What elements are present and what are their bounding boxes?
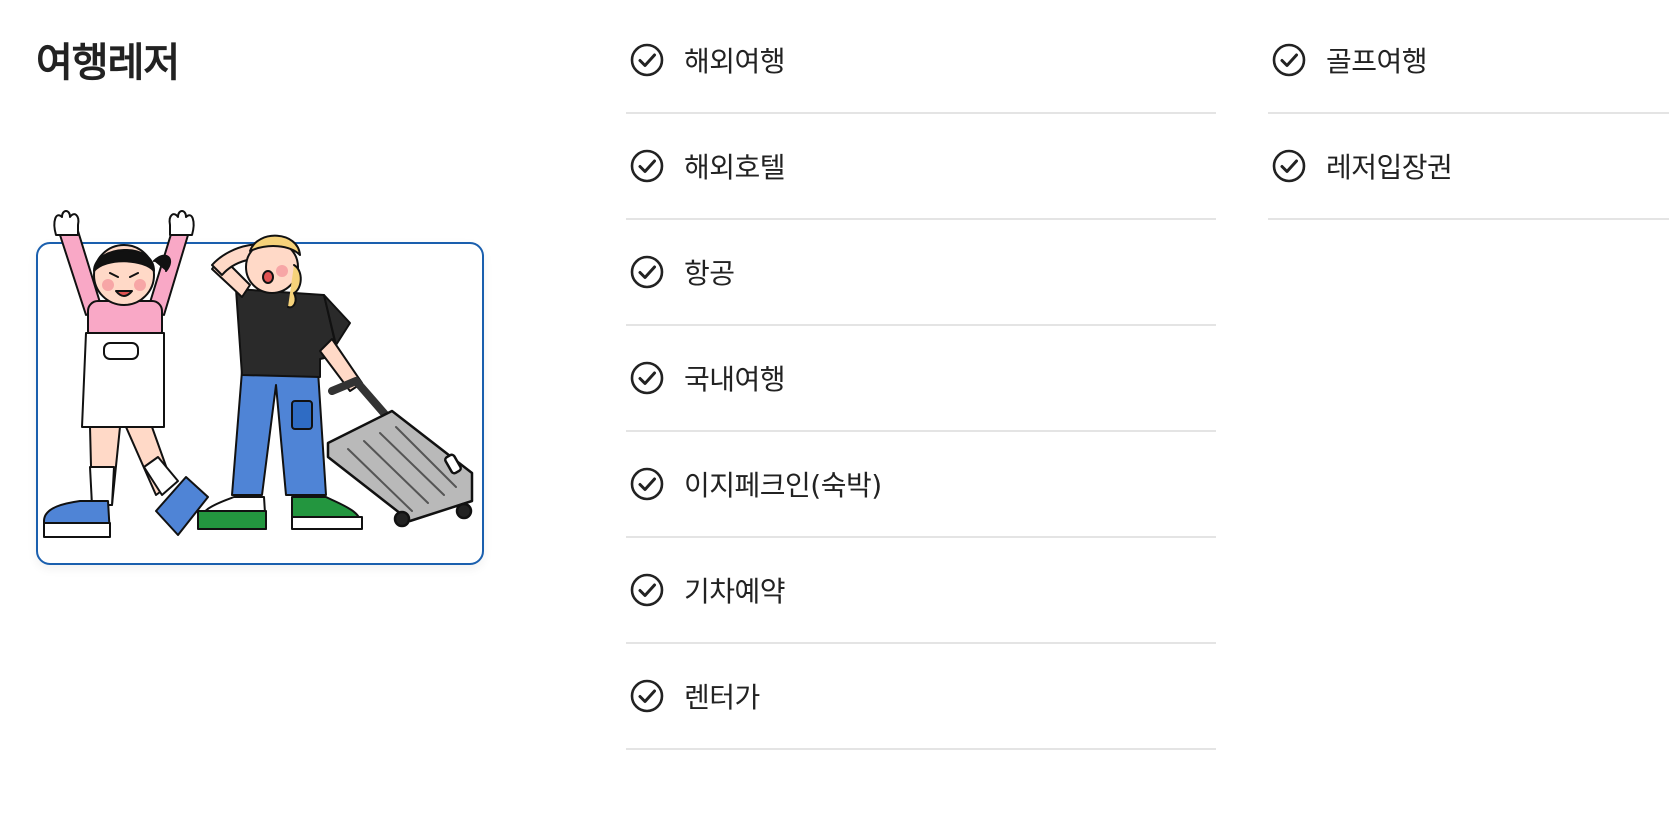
check-circle-icon	[630, 149, 664, 183]
menu-column-2: 골프여행 레저입장권	[1268, 8, 1669, 220]
section-title: 여행레저	[36, 40, 180, 86]
menu-item-easy-checkin[interactable]: 이지페크인(숙박)	[626, 432, 1216, 538]
travelers-illustration	[36, 205, 488, 569]
check-circle-icon	[630, 573, 664, 607]
menu-item-label: 이지페크인(숙박)	[684, 469, 882, 502]
menu-item-label: 해외여행	[684, 45, 786, 78]
menu-column-1: 해외여행 해외호텔 항공 국내여행 이지페크인(숙박) 기차예약 렌터가	[626, 8, 1216, 750]
check-circle-icon	[630, 255, 664, 289]
menu-item-label: 기차예약	[684, 575, 786, 608]
check-circle-icon	[1272, 149, 1306, 183]
menu-item-golf-travel[interactable]: 골프여행	[1268, 8, 1669, 114]
check-circle-icon	[630, 361, 664, 395]
check-circle-icon	[630, 679, 664, 713]
menu-item-overseas-travel[interactable]: 해외여행	[626, 8, 1216, 114]
check-circle-icon	[630, 467, 664, 501]
menu-item-train-reservation[interactable]: 기차예약	[626, 538, 1216, 644]
travelers-illustration-art	[43, 210, 474, 538]
menu-item-flight[interactable]: 항공	[626, 220, 1216, 326]
menu-item-leisure-tickets[interactable]: 레저입장권	[1268, 114, 1669, 220]
menu-item-label: 국내여행	[684, 363, 786, 396]
travel-leisure-page: 여행레저 해외여행 해외호텔 항공 국내여행 이지페크인(숙박) 기차예약 렌터…	[0, 0, 1669, 824]
menu-item-label: 항공	[684, 257, 735, 290]
menu-item-label: 해외호텔	[684, 151, 786, 184]
menu-item-label: 레저입장권	[1326, 151, 1453, 184]
menu-item-rental-car[interactable]: 렌터가	[626, 644, 1216, 750]
menu-item-label: 렌터가	[684, 681, 760, 714]
menu-item-domestic-travel[interactable]: 국내여행	[626, 326, 1216, 432]
check-circle-icon	[1272, 43, 1306, 77]
menu-item-label: 골프여행	[1326, 45, 1428, 78]
menu-item-overseas-hotel[interactable]: 해외호텔	[626, 114, 1216, 220]
check-circle-icon	[630, 43, 664, 77]
